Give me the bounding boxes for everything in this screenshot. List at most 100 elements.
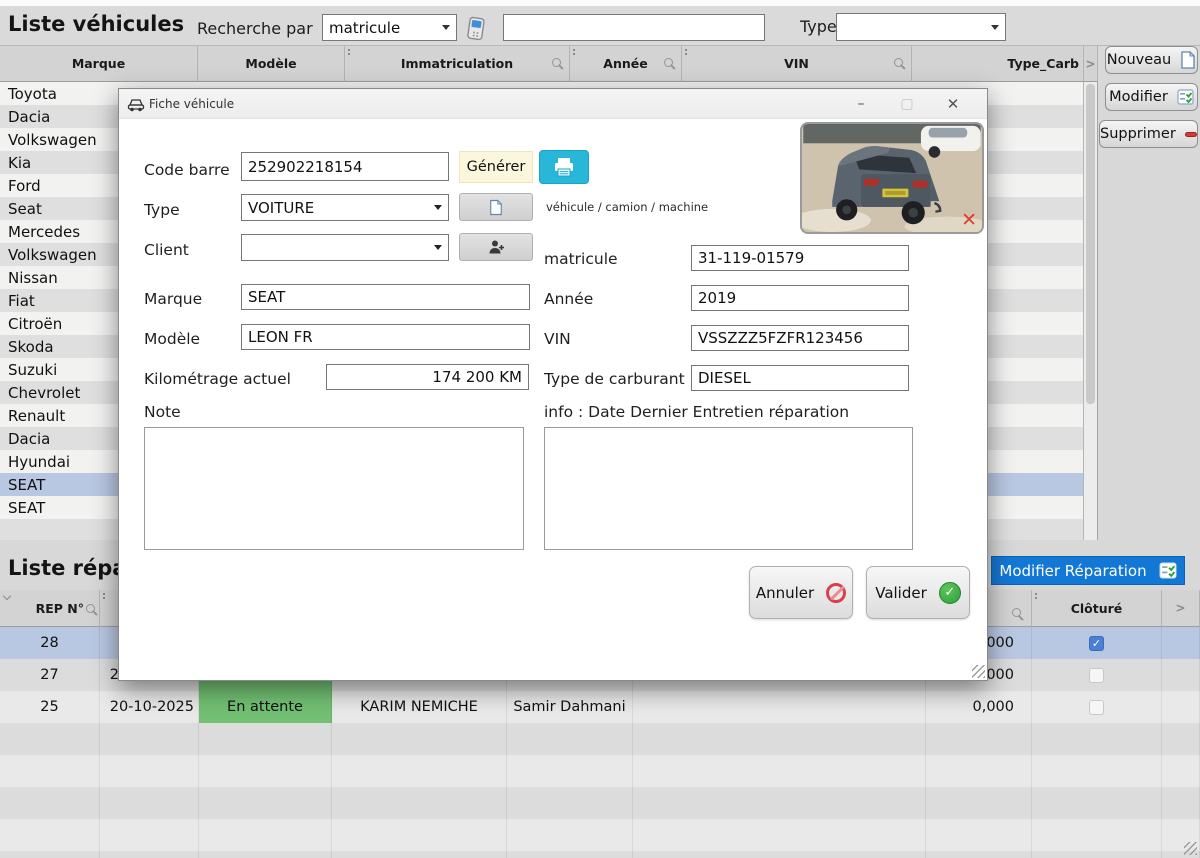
repair-cell-rep: 25 xyxy=(0,691,100,723)
repair-cell-status: En attente xyxy=(199,691,332,723)
repair-cell-amount: 0,000 xyxy=(926,691,1032,723)
remove-photo-icon[interactable]: ✕ xyxy=(961,211,977,230)
repair-cell-rep xyxy=(0,723,100,755)
marque-label: Marque xyxy=(144,290,202,308)
vin-input[interactable] xyxy=(691,325,909,351)
repair-cell-text: En attente xyxy=(227,699,303,715)
repair-cell-amount xyxy=(926,851,1032,858)
modifier-label: Modifier xyxy=(1109,89,1168,105)
search-icon[interactable] xyxy=(552,58,561,67)
matricule-label: matricule xyxy=(544,250,618,268)
repair-cell xyxy=(633,691,926,723)
info-textarea[interactable] xyxy=(544,427,913,550)
search-by-label: Recherche par xyxy=(197,19,313,38)
vehicles-column-header[interactable]: Immatriculation xyxy=(345,46,570,82)
repairs-column-header[interactable]: > xyxy=(1162,590,1200,627)
type-filter-combo[interactable] xyxy=(836,13,1006,41)
repair-row[interactable] xyxy=(0,851,1200,858)
repairs-column-header[interactable]: REP N° xyxy=(0,590,100,627)
repair-row[interactable] xyxy=(0,787,1200,819)
chevron-down-icon xyxy=(991,25,999,30)
cloture-checkbox[interactable] xyxy=(1089,700,1104,715)
valider-button[interactable]: Valider ✓ xyxy=(866,566,970,619)
repair-cell-status xyxy=(199,819,332,851)
code-barre-input[interactable] xyxy=(241,152,449,181)
cloture-checkbox[interactable] xyxy=(1089,668,1104,683)
repair-row[interactable] xyxy=(0,819,1200,851)
type-filter-label: Type xyxy=(800,17,837,36)
vehicle-marque-cell: Renault xyxy=(0,407,65,425)
repair-cell-text: 20-10-2025 xyxy=(110,699,194,715)
modele-input[interactable] xyxy=(241,324,530,350)
vehicle-photo[interactable]: ✕ xyxy=(800,122,984,234)
type-combo[interactable]: VOITURE xyxy=(241,194,449,221)
cloture-checkbox-checked[interactable]: ✓ xyxy=(1089,636,1104,651)
vehicles-column-header[interactable]: VIN xyxy=(682,46,912,82)
vehicle-marque-cell: Dacia xyxy=(0,430,50,448)
generer-button[interactable]: Générer xyxy=(459,151,533,183)
repair-cell-rep: 28 xyxy=(0,627,100,659)
column-overflow-indicator[interactable]: > xyxy=(1084,46,1098,82)
modifier-button[interactable]: Modifier xyxy=(1105,83,1198,111)
annee-input[interactable] xyxy=(691,285,909,311)
repair-row[interactable] xyxy=(0,723,1200,755)
carburant-input[interactable] xyxy=(691,365,909,391)
repair-row[interactable] xyxy=(0,755,1200,787)
vehicles-column-header[interactable]: Type_Carb xyxy=(912,46,1084,82)
page-title: Liste véhicules xyxy=(8,12,184,36)
close-icon[interactable]: ✕ xyxy=(935,89,971,118)
print-button[interactable] xyxy=(539,150,589,184)
column-header-label: REP N° xyxy=(36,601,84,616)
type-document-button[interactable] xyxy=(459,193,533,221)
repair-cell-cloture[interactable] xyxy=(1032,659,1162,691)
vertical-scrollbar[interactable] xyxy=(1083,82,1097,540)
repair-cell xyxy=(633,787,926,819)
repair-cell-cloture[interactable] xyxy=(1032,691,1162,723)
search-icon[interactable] xyxy=(1012,608,1021,617)
note-textarea[interactable] xyxy=(144,427,524,550)
add-client-button[interactable] xyxy=(459,233,533,261)
repair-cell-cloture[interactable]: ✓ xyxy=(1032,627,1162,659)
nouveau-button[interactable]: Nouveau xyxy=(1105,46,1198,74)
search-icon[interactable] xyxy=(894,58,903,67)
kilometrage-input[interactable] xyxy=(326,364,529,390)
repair-cell-rep xyxy=(0,819,100,851)
search-icon[interactable] xyxy=(664,58,673,67)
window-top-strip xyxy=(0,0,1200,6)
vehicle-marque-cell: Chevrolet xyxy=(0,384,80,402)
repair-cell-receiver xyxy=(507,787,633,819)
vehicles-column-header[interactable]: Année xyxy=(570,46,682,82)
repair-row[interactable]: 2520-10-2025En attenteKARIM NEMICHESamir… xyxy=(0,691,1200,723)
minimize-icon[interactable]: – xyxy=(843,89,879,118)
fiche-vehicule-dialog: Fiche véhicule – ▢ ✕ Code barre Générer … xyxy=(118,88,988,681)
search-icon[interactable] xyxy=(86,604,95,613)
vehicles-column-header[interactable]: Modèle xyxy=(198,46,345,82)
repair-cell-date xyxy=(100,723,199,755)
modifier-reparation-button[interactable]: Modifier Réparation xyxy=(991,556,1185,585)
repairs-column-header[interactable]: Clôturé xyxy=(1032,590,1162,627)
annuler-button[interactable]: Annuler xyxy=(749,566,853,619)
column-header-label: Immatriculation xyxy=(401,56,513,71)
filter-dots-icon xyxy=(348,49,350,51)
column-header-label: Clôturé xyxy=(1071,601,1123,616)
barcode-scanner-icon[interactable] xyxy=(462,16,492,42)
dialog-titlebar[interactable]: Fiche véhicule – ▢ ✕ xyxy=(119,89,987,119)
vehicle-marque-cell: Volkswagen xyxy=(0,131,97,149)
scrollbar-thumb[interactable] xyxy=(1086,84,1095,404)
vehicles-column-header[interactable]: Marque xyxy=(0,46,198,82)
dialog-resize-grip[interactable] xyxy=(972,665,985,678)
repair-cell-cloture xyxy=(1032,723,1162,755)
window-resize-grip[interactable] xyxy=(1184,842,1197,855)
client-combo[interactable] xyxy=(241,234,449,261)
vehicle-marque-cell: Mercedes xyxy=(0,223,80,241)
vehicle-marque-cell: Citroën xyxy=(0,315,62,333)
search-input[interactable] xyxy=(503,14,765,41)
dialog-title: Fiche véhicule xyxy=(149,97,234,111)
validate-check-icon: ✓ xyxy=(939,582,961,604)
supprimer-button[interactable]: Supprimer xyxy=(1099,120,1198,148)
matricule-input[interactable] xyxy=(691,245,909,271)
search-by-combo[interactable]: matricule xyxy=(322,14,457,41)
modele-label: Modèle xyxy=(144,330,200,348)
maximize-icon[interactable]: ▢ xyxy=(889,89,925,118)
marque-input[interactable] xyxy=(241,284,530,310)
